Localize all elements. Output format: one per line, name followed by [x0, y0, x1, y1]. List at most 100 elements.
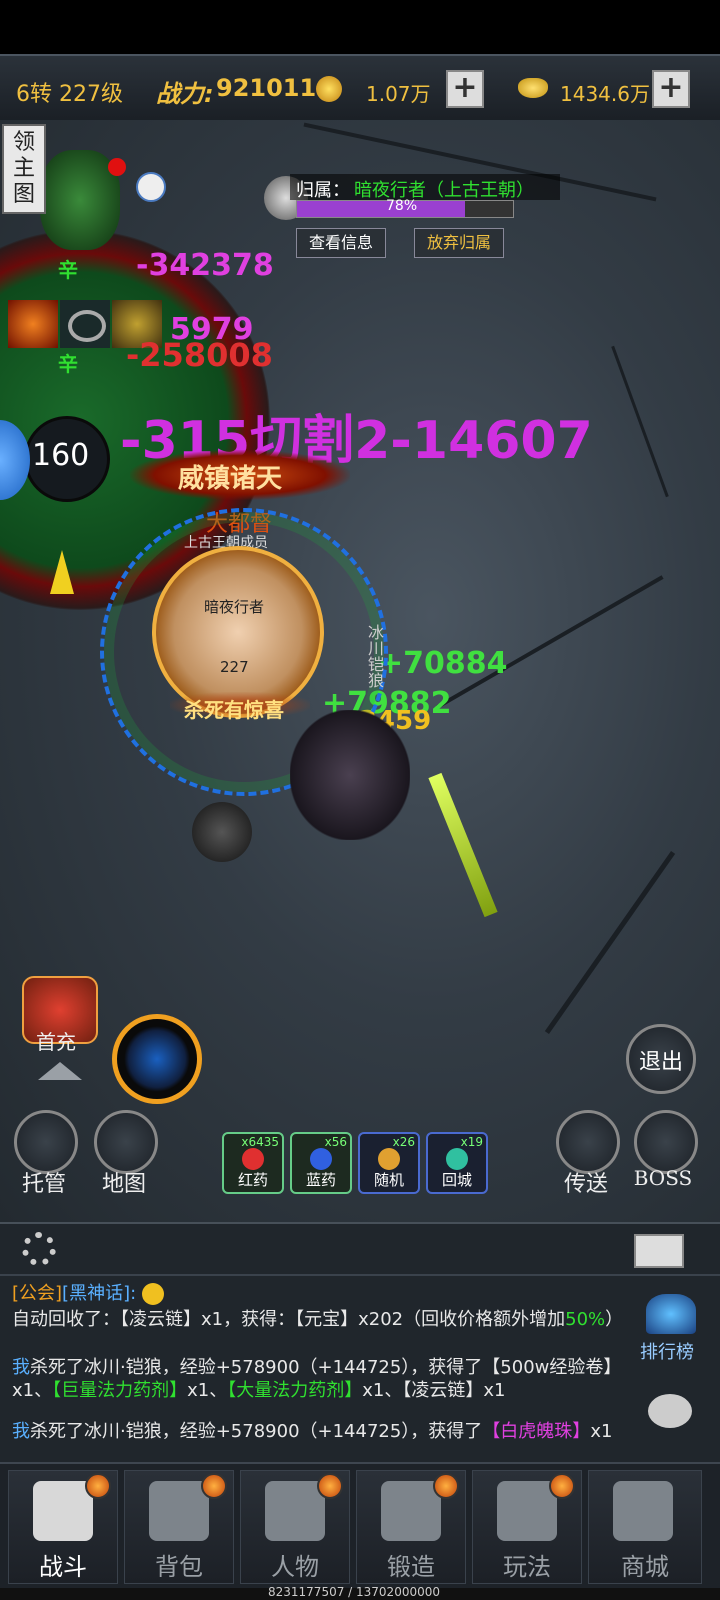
red-potion-icon	[242, 1148, 264, 1170]
nav-tab-gameplay[interactable]: 玩法	[472, 1470, 582, 1584]
notification-dot	[317, 1473, 343, 1499]
power-label: 战力:	[156, 80, 214, 108]
chat-text: x1、	[187, 1380, 228, 1401]
map-label: 地图	[101, 1172, 146, 1197]
chat-message: 自动回收了：【凌云链】x1，获得：【元宝】x202（回收价格额外增加50%）	[12, 1308, 632, 1331]
potion-count: x6435	[241, 1135, 279, 1149]
crossed-swords-icon	[33, 1481, 93, 1541]
game-scene[interactable]: 160 领主图 归属： 暗夜行者（上古王朝） 78% 查看信息 放弃归属 辛 -…	[0, 120, 720, 1222]
resource-bar: 6转 227级 战力: 921011 1.07万 + 1434.6万 +	[0, 54, 720, 124]
auto-label: 托管	[21, 1172, 66, 1197]
ranking-label[interactable]: 排行榜	[640, 1338, 694, 1364]
nav-label: 人物	[271, 1553, 319, 1581]
boss-ring-value: 160	[32, 438, 90, 473]
potion-label: 蓝药	[305, 1171, 336, 1189]
first-recharge-label: 首充	[36, 1030, 76, 1054]
currency2-value: 1434.6万	[560, 82, 650, 106]
chat-text: ）	[605, 1309, 624, 1330]
player-name: 暗夜行者	[204, 598, 265, 616]
boss-label: BOSS	[633, 1166, 693, 1190]
map-icon[interactable]	[94, 1110, 158, 1174]
potion-slot[interactable]: x56 蓝药	[290, 1132, 352, 1194]
nav-tab-bag[interactable]: 背包	[124, 1470, 234, 1584]
chat-text: x1	[590, 1421, 613, 1442]
player-level-badge: 227	[220, 658, 249, 676]
chat-message: 我杀死了冰川·铠狼，经验+578900（+144725），获得了【白虎魄珠】x1	[12, 1420, 632, 1443]
nav-label: 玩法	[503, 1553, 551, 1581]
chat-self: 我	[12, 1421, 30, 1442]
chat-highlight: 50%	[565, 1309, 606, 1330]
collapse-arrow-icon[interactable]	[38, 1062, 82, 1080]
currency1-value: 1.07万	[366, 82, 431, 106]
backpack-icon	[149, 1481, 209, 1541]
chat-text: x1、【凌云链】x1	[362, 1380, 506, 1401]
teleport-scroll-icon[interactable]	[556, 1110, 620, 1174]
chat-message: 我杀死了冰川·铠狼，经验+578900（+144725），获得了【500w经验卷…	[12, 1356, 632, 1402]
player-title: 威镇诸天	[178, 464, 283, 494]
settings-gear-icon[interactable]	[22, 1232, 56, 1266]
potion-slot[interactable]: x26 随机	[358, 1132, 420, 1194]
nav-label: 背包	[155, 1553, 203, 1581]
player-tag: [黑神话]:	[62, 1283, 137, 1304]
chat-text: 自动回收了：【凌云链】x1，获得：【元宝】x202（回收价格额外增加	[12, 1309, 566, 1330]
heal-number: +70884	[378, 646, 508, 681]
up-arrow-icon	[50, 550, 74, 594]
anvil-icon	[381, 1481, 441, 1541]
nav-label: 锻造	[387, 1553, 435, 1581]
winged-sword-icon	[497, 1481, 557, 1541]
add-currency2-button[interactable]: +	[652, 70, 690, 108]
nav-tab-shop[interactable]: 商城	[588, 1470, 702, 1584]
gamepad-icon[interactable]	[14, 1110, 78, 1174]
footer-id-text: 8231177507 / 13702000000	[268, 1585, 441, 1599]
potion-label: 随机	[373, 1171, 404, 1189]
bottom-nav: 战斗 背包 人物 锻造 玩法 商城	[0, 1462, 720, 1590]
helmet-icon	[265, 1481, 325, 1541]
abandon-ownership-button[interactable]: 放弃归属	[414, 228, 504, 258]
potion-slot[interactable]: x19 回城	[426, 1132, 488, 1194]
chat-divider	[0, 1274, 720, 1276]
view-info-button[interactable]: 查看信息	[296, 228, 386, 258]
kill-banner: 杀死有惊喜	[184, 698, 284, 722]
lord-map-button[interactable]: 领主图	[2, 124, 46, 214]
gold-coin-icon	[316, 76, 342, 102]
potion-count: x26	[392, 1135, 415, 1149]
chat-bubble-icon[interactable]	[648, 1394, 692, 1428]
shop-gate-icon	[613, 1481, 673, 1541]
return-scroll-icon	[446, 1148, 468, 1170]
buff-fire-icon	[8, 300, 58, 348]
notification-dot	[201, 1473, 227, 1499]
chat-item: 【巨量法力药剂】	[52, 1380, 188, 1401]
add-currency1-button[interactable]: +	[446, 70, 484, 108]
chat-panel[interactable]: [公会][黑神话]: 自动回收了：【凌云链】x1，获得：【元宝】x202（回收价…	[0, 1222, 720, 1464]
skill-button[interactable]	[112, 1014, 202, 1104]
potion-count: x19	[460, 1135, 483, 1149]
buff-glyph: 辛	[58, 352, 78, 376]
mail-envelope-icon[interactable]	[634, 1234, 684, 1268]
nav-tab-character[interactable]: 人物	[240, 1470, 350, 1584]
potion-count: x56	[324, 1135, 347, 1149]
potion-slot[interactable]: x6435 红药	[222, 1132, 284, 1194]
ranking-icon[interactable]	[646, 1294, 696, 1334]
notification-dot	[85, 1473, 111, 1499]
exit-button[interactable]: 退出	[626, 1024, 696, 1094]
boss-skull-icon[interactable]	[634, 1110, 698, 1174]
nav-tab-forge[interactable]: 锻造	[356, 1470, 466, 1584]
chat-message: [公会][黑神话]:	[12, 1282, 632, 1305]
power-value: 921011	[216, 74, 317, 102]
notification-dot	[433, 1473, 459, 1499]
damage-number: -258008	[126, 336, 273, 374]
system-status-bar	[0, 0, 720, 54]
potion-label: 红药	[237, 1171, 268, 1189]
mace-weapon	[192, 802, 252, 862]
monster-sprite[interactable]	[290, 710, 410, 840]
potion-label: 回城	[441, 1171, 472, 1189]
guild-tag: [公会]	[12, 1283, 63, 1304]
sword-drop-item[interactable]	[428, 772, 498, 918]
nav-tab-battle[interactable]: 战斗	[8, 1470, 118, 1584]
ownership-owner: 暗夜行者（上古王朝）	[354, 180, 534, 201]
random-scroll-icon	[378, 1148, 400, 1170]
nav-label: 战斗	[39, 1553, 87, 1581]
nav-label: 商城	[621, 1553, 669, 1581]
chat-item: 【大量法力药剂】	[227, 1380, 363, 1401]
buff-ring-icon	[60, 300, 110, 348]
